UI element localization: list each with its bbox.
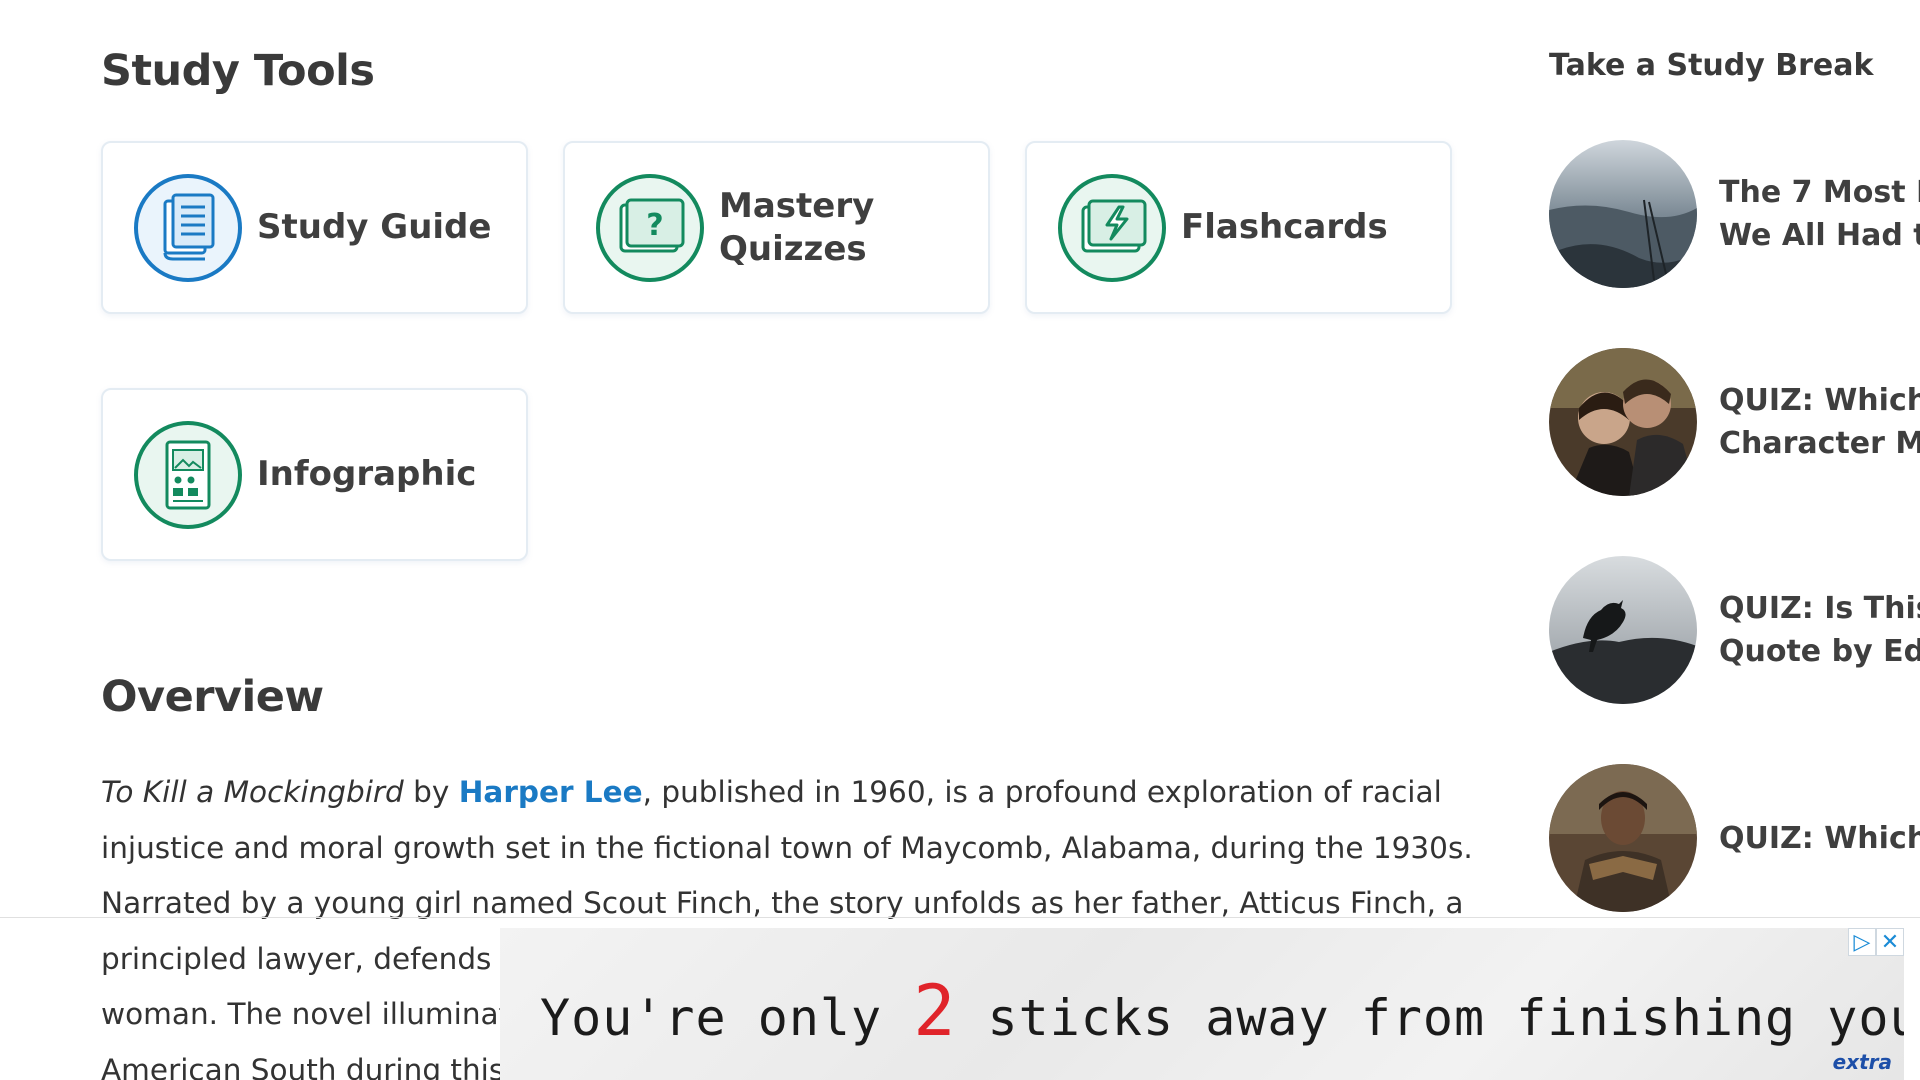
close-icon[interactable]: ✕ bbox=[1876, 928, 1904, 956]
author-link-harper-lee[interactable]: Harper Lee bbox=[459, 775, 643, 809]
ad-controls: ▷ ✕ bbox=[1848, 928, 1904, 956]
quiz-question-icon: ? bbox=[596, 173, 704, 282]
adchoices-icon[interactable]: ▷ bbox=[1848, 928, 1876, 956]
overview-text-2: woman. The novel illuminate bbox=[101, 997, 529, 1031]
flashcards-card[interactable]: Flashcards bbox=[1025, 141, 1452, 314]
flashcards-label: Flashcards bbox=[1181, 207, 1388, 248]
infographic-icon bbox=[134, 420, 242, 529]
ad-divider bbox=[0, 917, 1920, 918]
book-title: To Kill a Mockingbird bbox=[101, 775, 404, 809]
flashcards-lightning-icon bbox=[1058, 173, 1166, 282]
svg-text:?: ? bbox=[646, 208, 663, 243]
thumbnail-couple-image bbox=[1549, 348, 1697, 496]
thumbnail-sea-image bbox=[1549, 140, 1697, 288]
study-guide-card[interactable]: Study Guide bbox=[101, 141, 528, 314]
mastery-quizzes-label: Mastery Quizzes bbox=[719, 186, 875, 269]
study-break-item[interactable]: QUIZ: Which A Character Mat bbox=[1549, 348, 1920, 496]
study-break-item-title: QUIZ: Is This a Quote by Edga bbox=[1719, 591, 1920, 669]
study-tools-heading: Study Tools bbox=[101, 46, 375, 96]
ad-brand-logo: extra bbox=[1832, 1050, 1892, 1074]
study-break-item[interactable]: QUIZ: Is This a Quote by Edga bbox=[1549, 556, 1920, 704]
study-break-item-title: QUIZ: Which C bbox=[1719, 820, 1920, 856]
overview-heading: Overview bbox=[101, 672, 324, 722]
study-break-item[interactable]: QUIZ: Which C bbox=[1549, 764, 1920, 912]
study-break-item-title: The 7 Most Me We All Had to bbox=[1719, 175, 1920, 253]
infographic-card[interactable]: Infographic bbox=[101, 388, 528, 561]
thumbnail-warrior-image bbox=[1549, 764, 1697, 912]
study-break-title: Take a Study Break bbox=[1549, 48, 1874, 83]
overview-text-3: American South during this bbox=[101, 1052, 505, 1080]
study-break-item-title: QUIZ: Which A Character Mat bbox=[1719, 383, 1920, 461]
by-text: by bbox=[403, 775, 459, 809]
thumbnail-raven-image bbox=[1549, 556, 1697, 704]
study-break-item[interactable]: The 7 Most Me We All Had to bbox=[1549, 140, 1920, 288]
mastery-quizzes-card[interactable]: ? Mastery Quizzes bbox=[563, 141, 990, 314]
study-guide-label: Study Guide bbox=[257, 207, 492, 248]
ad-banner[interactable]: You're only 2 sticks away from finishing… bbox=[500, 928, 1904, 1080]
ad-headline: You're only 2 sticks away from finishing… bbox=[540, 970, 1904, 1052]
infographic-label: Infographic bbox=[257, 454, 477, 495]
book-icon bbox=[134, 173, 242, 282]
